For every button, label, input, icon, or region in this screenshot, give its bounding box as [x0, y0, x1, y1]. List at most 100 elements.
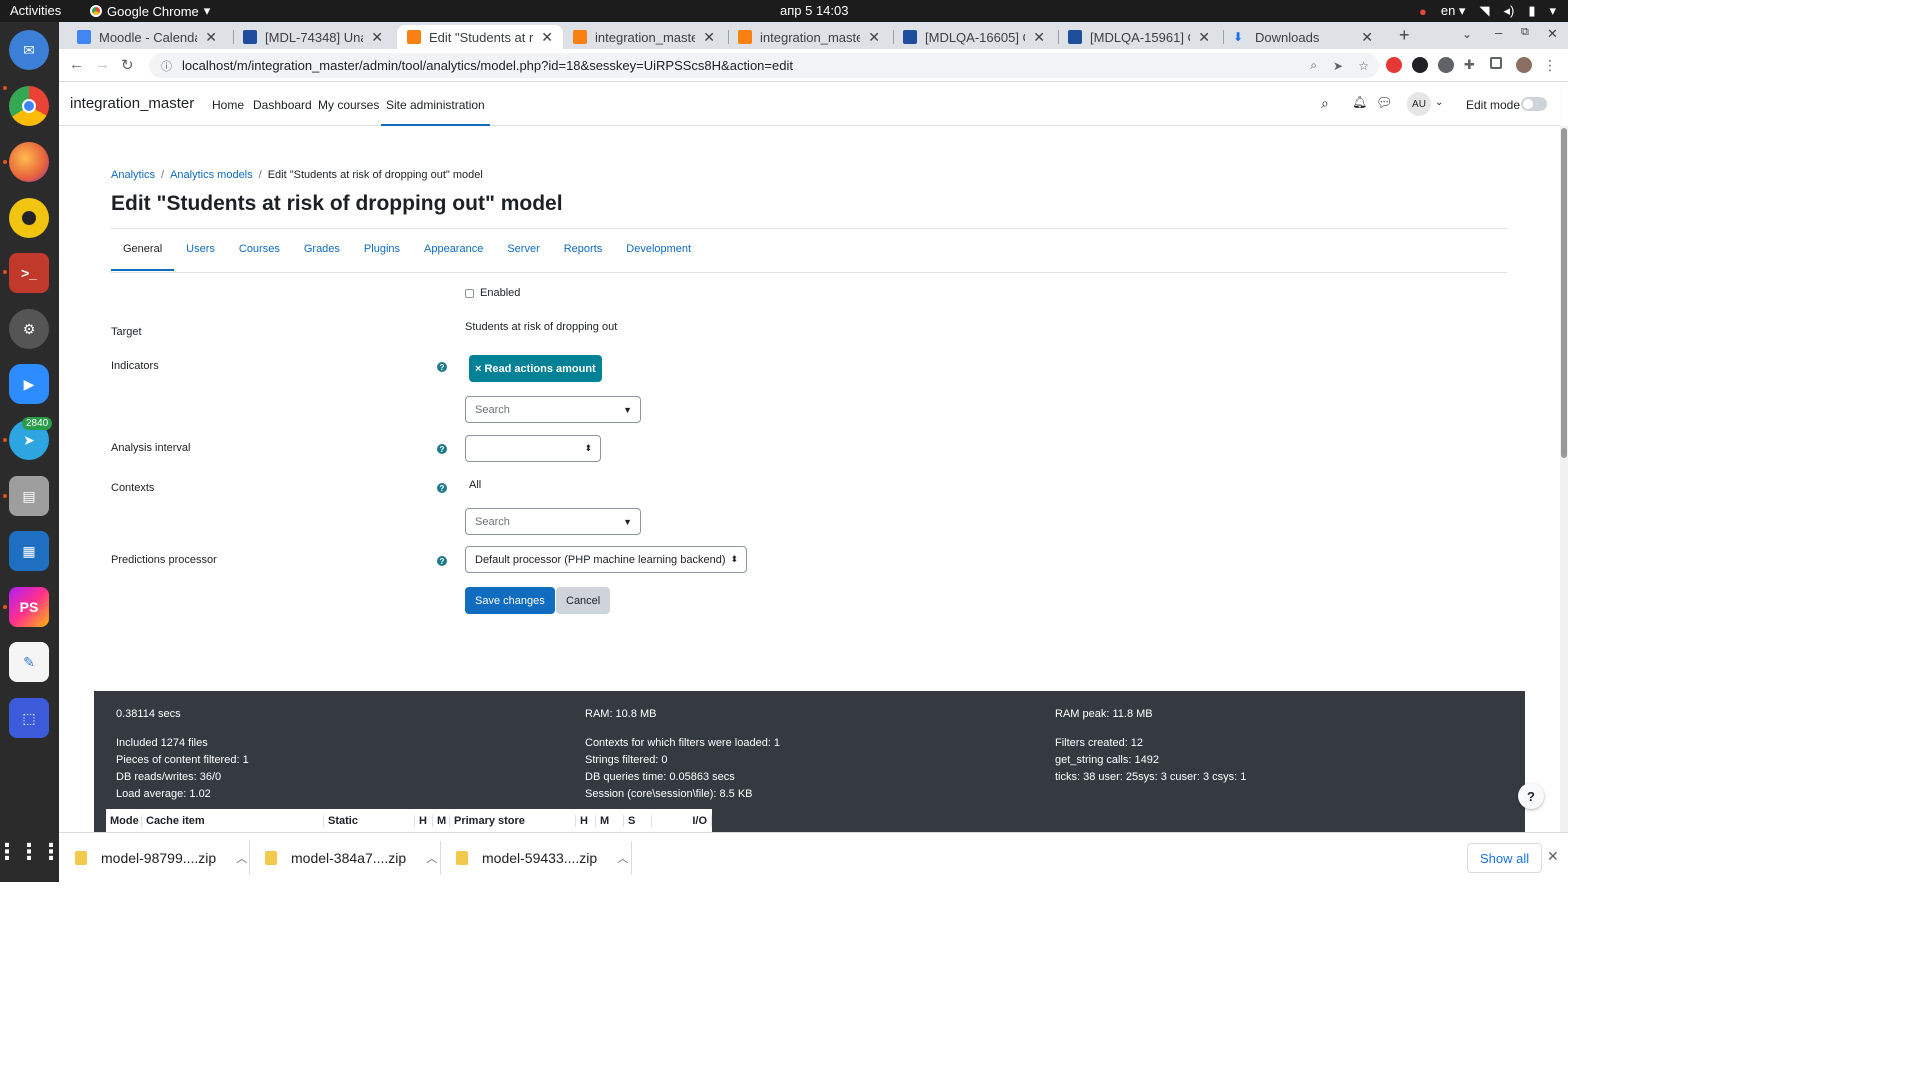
language-indicator[interactable]: en ▾	[1441, 3, 1466, 19]
help-icon[interactable]: ?	[437, 444, 447, 454]
clock[interactable]: апр 5 14:03	[780, 3, 849, 18]
extensions-puzzle-icon[interactable]: ✚	[1464, 57, 1480, 73]
new-tab-button[interactable]: +	[1399, 25, 1410, 46]
chevron-up-icon[interactable]: ︿	[617, 850, 628, 866]
close-icon[interactable]: ✕	[205, 29, 217, 46]
close-icon[interactable]: ✕	[1033, 29, 1045, 46]
cancel-button[interactable]: Cancel	[556, 587, 611, 614]
chrome-dock-icon[interactable]	[9, 86, 49, 126]
back-icon[interactable]: ←	[69, 56, 84, 73]
messages-icon[interactable]: 💬︎	[1376, 95, 1393, 111]
notifications-bell-icon[interactable]: 🔔︎	[1352, 95, 1367, 109]
close-icon[interactable]: ✕	[1547, 848, 1559, 865]
maximize-icon[interactable]: ⧉	[1521, 26, 1529, 39]
browser-tab[interactable]: ⬇ Downloads ✕	[1223, 25, 1383, 49]
site-info-icon[interactable]: ⓘ	[161, 58, 172, 74]
tab-reports[interactable]: Reports	[552, 236, 615, 271]
tab-general[interactable]: General	[111, 236, 175, 271]
avatar[interactable]: AU	[1407, 92, 1431, 116]
files-icon[interactable]: ▤	[9, 476, 49, 516]
reload-icon[interactable]: ↻	[121, 56, 134, 74]
close-icon[interactable]: ✕	[703, 29, 715, 46]
tab-plugins[interactable]: Plugins	[352, 236, 412, 271]
chevron-down-icon[interactable]: ⌄	[1435, 97, 1443, 108]
download-item[interactable]: model-98799....zip ︿	[75, 833, 247, 883]
close-window-icon[interactable]: ✕	[1547, 26, 1558, 42]
side-panel-icon[interactable]	[1490, 57, 1502, 69]
save-changes-button[interactable]: Save changes	[465, 587, 555, 614]
terminal-icon[interactable]: >_	[9, 253, 49, 293]
browser-tab[interactable]: integration_master ✕	[728, 25, 890, 49]
minimize-icon[interactable]: –	[1495, 25, 1502, 40]
tab-courses[interactable]: Courses	[227, 236, 292, 271]
browser-tab-active[interactable]: Edit "Students at ris ✕	[397, 25, 563, 49]
show-apps-icon[interactable]: ⋮⋮⋮	[0, 832, 62, 872]
adblock-icon[interactable]	[1386, 57, 1402, 73]
writer-icon[interactable]: ▦	[9, 531, 49, 571]
bookmark-star-icon[interactable]: ☆	[1358, 59, 1369, 73]
indicators-search-select[interactable]: Search ▼	[465, 396, 641, 423]
contexts-search-select[interactable]: Search ▼	[465, 508, 641, 535]
search-icon[interactable]: ⌕	[1321, 95, 1329, 112]
nav-dashboard[interactable]: Dashboard	[253, 98, 312, 112]
browser-tab-bar: Moodle - Calendar - \ ✕ [MDL-74348] Unab…	[59, 22, 1568, 49]
help-drawer-button[interactable]: ?	[1518, 783, 1544, 809]
breadcrumb-analytics[interactable]: Analytics	[111, 169, 155, 181]
tab-development[interactable]: Development	[614, 236, 703, 271]
tab-server[interactable]: Server	[495, 236, 551, 271]
page-scrollbar[interactable]	[1560, 126, 1568, 832]
rhythmbox-icon[interactable]	[9, 198, 49, 238]
text-editor-icon[interactable]: ✎	[9, 642, 49, 682]
enabled-checkbox[interactable]	[465, 289, 474, 298]
help-icon[interactable]: ?	[437, 483, 447, 493]
close-icon[interactable]: ✕	[541, 29, 553, 46]
close-icon[interactable]: ✕	[1198, 29, 1210, 46]
close-icon[interactable]: ✕	[1361, 29, 1373, 46]
profile-avatar-icon[interactable]	[1516, 57, 1532, 73]
indicator-chip-read-actions[interactable]: × Read actions amount	[469, 355, 602, 382]
tab-search-icon[interactable]: ⌄	[1462, 27, 1472, 41]
predictions-processor-select[interactable]: Default processor (PHP machine learning …	[465, 546, 747, 573]
system-tray[interactable]: ● en ▾ ◥ ◂) ▮ ▾	[1419, 3, 1556, 19]
forward-icon[interactable]: →	[95, 56, 110, 73]
send-icon[interactable]: ➤	[1333, 59, 1343, 73]
help-icon[interactable]: ?	[437, 362, 447, 372]
breadcrumb-analytics-models[interactable]: Analytics models	[170, 169, 253, 181]
browser-tab[interactable]: [MDLQA-15961] CLO ✕	[1058, 25, 1220, 49]
nav-my-courses[interactable]: My courses	[318, 98, 379, 112]
settings-icon[interactable]: ⚙	[9, 309, 49, 349]
tab-grades[interactable]: Grades	[292, 236, 352, 271]
site-name[interactable]: integration_master	[70, 95, 194, 112]
screenshot-icon[interactable]: ⬚	[9, 698, 49, 738]
download-item[interactable]: model-384a7....zip ︿	[265, 833, 437, 883]
enabled-label[interactable]: Enabled	[480, 287, 520, 299]
firefox-icon[interactable]	[9, 142, 49, 182]
chevron-up-icon[interactable]: ︿	[236, 850, 247, 866]
browser-tab[interactable]: [MDL-74348] Unable ✕	[233, 25, 393, 49]
download-item[interactable]: model-59433....zip ︿	[456, 833, 628, 883]
nav-home[interactable]: Home	[212, 98, 244, 112]
close-icon[interactable]: ✕	[868, 29, 880, 46]
browser-tab[interactable]: Moodle - Calendar - \ ✕	[67, 25, 227, 49]
help-icon[interactable]: ?	[437, 556, 447, 566]
browser-tab[interactable]: [MDLQA-16605] CLO ✕	[893, 25, 1055, 49]
phpstorm-icon[interactable]: PS	[9, 587, 49, 627]
app-menu[interactable]: Google Chrome ▾	[90, 3, 210, 19]
zoom-icon[interactable]: ⌕	[1310, 58, 1317, 73]
wordpress-icon[interactable]	[1438, 57, 1454, 73]
extension-w-icon[interactable]	[1412, 57, 1428, 73]
thunderbird-icon[interactable]: ✉	[9, 30, 49, 70]
nav-site-administration[interactable]: Site administration	[381, 98, 490, 126]
tab-users[interactable]: Users	[174, 236, 227, 271]
show-all-downloads-button[interactable]: Show all	[1467, 843, 1543, 873]
analysis-interval-select[interactable]: ⬍	[465, 435, 601, 462]
activities-button[interactable]: Activities	[10, 3, 61, 18]
tab-appearance[interactable]: Appearance	[412, 236, 495, 271]
browser-tab[interactable]: integration_master ✕	[563, 25, 725, 49]
address-bar[interactable]: ⓘ localhost/m/integration_master/admin/t…	[149, 53, 1379, 78]
close-icon[interactable]: ✕	[371, 29, 383, 46]
edit-mode-toggle[interactable]	[1521, 97, 1547, 111]
chevron-up-icon[interactable]: ︿	[426, 850, 437, 866]
menu-kebab-icon[interactable]: ⋮	[1543, 57, 1559, 73]
zoom-icon[interactable]: ▶	[9, 364, 49, 404]
